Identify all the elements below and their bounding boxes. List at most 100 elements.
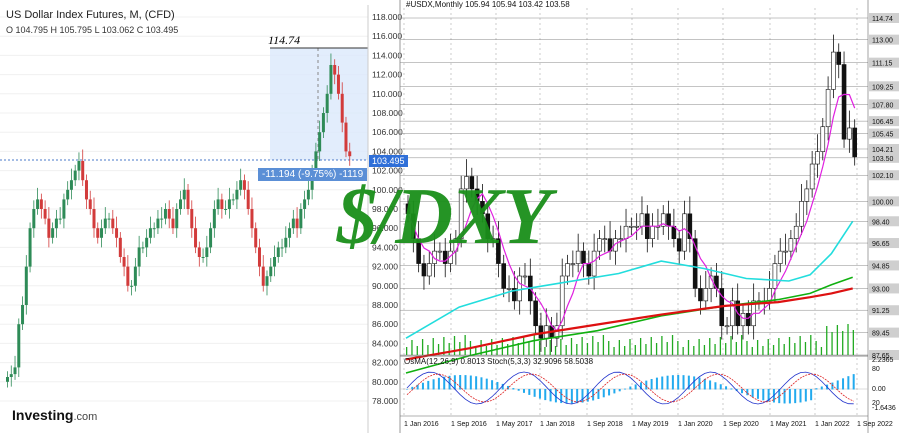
left-candle <box>254 228 258 248</box>
osma-bar <box>437 377 440 390</box>
right-price-tick: 107.80 <box>872 102 894 109</box>
right-price-tick: 105.45 <box>872 132 894 139</box>
osma-bar <box>406 389 408 390</box>
osma-bar <box>650 379 653 390</box>
left-candle <box>54 218 58 229</box>
left-candle <box>66 189 70 200</box>
right-candle <box>852 127 857 158</box>
right-price-tick: 102.10 <box>872 173 894 180</box>
left-candle <box>186 189 190 209</box>
osma-bar <box>602 389 605 398</box>
osma-bar <box>709 380 712 390</box>
right-candle <box>772 263 778 289</box>
left-candle <box>291 218 295 229</box>
right-price-tick: 89.45 <box>872 331 890 338</box>
left-price-tick: 108.000 <box>372 108 403 118</box>
date-tick: 1 May 2017 <box>496 421 533 428</box>
left-candle <box>69 180 73 190</box>
right-chart-title: #USDX,Monthly 105.94 105.94 103.42 103.5… <box>406 0 570 9</box>
volume-bar <box>634 345 636 355</box>
left-candle <box>17 324 21 368</box>
left-candle <box>84 180 88 200</box>
right-candle <box>591 250 597 277</box>
right-candle <box>831 51 836 90</box>
current-price-label: 103.495 <box>369 155 408 167</box>
volume-bar <box>485 346 488 355</box>
volume-bar <box>421 339 424 355</box>
right-candle <box>634 225 639 228</box>
date-axis: 1 Jan 2016 1 Sep 2016 1 May 2017 1 Jan 2018… <box>400 415 893 428</box>
left-candle <box>220 199 224 209</box>
volume-bar <box>650 337 652 355</box>
left-candle <box>269 266 273 277</box>
volume-bar <box>836 325 839 355</box>
left-candle <box>148 228 152 238</box>
osma-bar <box>565 389 568 404</box>
left-price-tick: 110.000 <box>372 89 402 99</box>
left-candle <box>265 276 269 286</box>
right-price-tick: 103.50 <box>872 156 894 163</box>
osma-bar <box>608 389 611 396</box>
left-candle <box>175 209 179 229</box>
left-candle <box>242 180 246 190</box>
volume-bar <box>719 337 722 355</box>
osma-bar <box>677 375 680 390</box>
left-candle <box>299 209 303 229</box>
right-candle <box>666 213 671 227</box>
osma-bar <box>682 375 685 390</box>
osma-bar <box>756 389 759 399</box>
left-candle <box>141 247 145 249</box>
volume-bar <box>677 341 679 355</box>
volume-bar <box>613 347 615 355</box>
volume-bar <box>852 330 854 355</box>
volume-bar <box>533 335 535 355</box>
left-candle <box>280 247 284 249</box>
left-candle <box>318 132 322 152</box>
osma-bar <box>469 375 472 390</box>
left-candle <box>295 218 299 229</box>
osma-bar <box>634 384 637 390</box>
date-tick: 1 Jan 2016 <box>404 421 439 428</box>
left-candle <box>231 199 235 201</box>
left-candle <box>103 218 107 229</box>
left-price-tick: 84.000 <box>372 338 398 348</box>
left-candle <box>58 218 62 220</box>
left-candle <box>336 74 340 94</box>
volume-bar <box>751 347 753 355</box>
osma-bar <box>842 378 845 390</box>
right-candle <box>799 201 804 227</box>
right-candle <box>676 238 682 252</box>
right-price-tick: 109.25 <box>872 84 894 91</box>
osma-bar <box>762 389 765 401</box>
left-candle <box>194 228 198 248</box>
volume-bar <box>453 336 456 355</box>
volume-bar <box>432 338 434 355</box>
volume-bar <box>746 341 748 355</box>
left-candle <box>6 377 9 382</box>
left-candle <box>321 113 325 133</box>
left-candle <box>47 218 51 238</box>
volume-bar <box>618 340 621 355</box>
left-candle <box>306 189 310 200</box>
left-candle <box>73 170 77 181</box>
right-candle <box>703 288 709 302</box>
right-price-tick: 98.40 <box>872 219 890 226</box>
left-chart-title: US Dollar Index Futures, M, (CFD) <box>6 9 175 21</box>
osma-bar <box>788 389 791 404</box>
left-candle <box>36 199 40 209</box>
right-candle <box>501 263 507 289</box>
volume-bar <box>416 346 418 355</box>
left-candle <box>340 93 344 123</box>
osma-bar <box>719 384 722 390</box>
osma-bar <box>522 389 525 393</box>
volume-bar <box>565 345 567 355</box>
osma-bar <box>480 377 483 390</box>
right-candle <box>506 288 512 290</box>
right-candle <box>575 250 581 264</box>
volume-bar <box>756 340 759 355</box>
volume-bar <box>666 342 668 355</box>
volume-bar <box>507 344 509 355</box>
osma-bar <box>751 389 754 398</box>
right-candle <box>777 250 783 264</box>
left-candle <box>212 209 216 229</box>
